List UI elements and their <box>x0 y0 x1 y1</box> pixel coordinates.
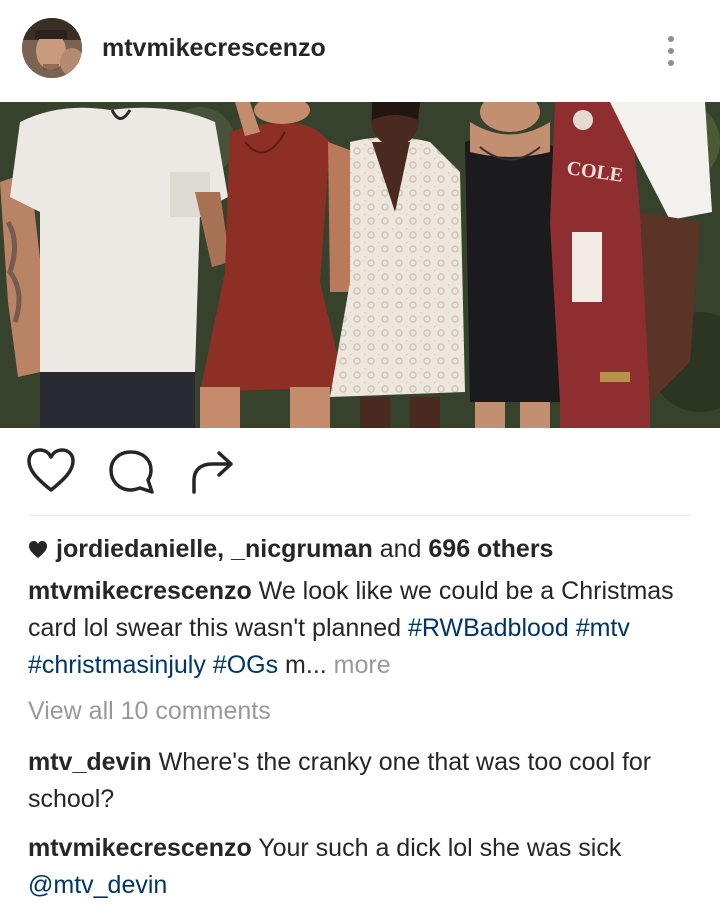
hashtag[interactable]: #OGs <box>213 651 278 679</box>
heart-outline-icon <box>27 448 75 492</box>
liker-username[interactable]: jordiedanielle <box>56 535 217 563</box>
comment-username[interactable]: mtvmikecrescenzo <box>28 834 252 862</box>
hashtag[interactable]: #mtv <box>576 614 630 642</box>
action-bar <box>0 428 720 516</box>
like-button[interactable] <box>26 448 76 499</box>
share-arrow-icon <box>192 451 233 494</box>
caption: mtvmikecrescenzo We look like we could b… <box>28 573 698 684</box>
view-all-comments-link[interactable]: View all 10 comments <box>28 697 271 726</box>
likes-count[interactable]: 696 others <box>428 535 553 563</box>
share-button[interactable] <box>186 448 236 501</box>
filled-heart-icon <box>28 537 48 566</box>
comment-button[interactable] <box>106 448 156 501</box>
likes-summary: jordiedanielle, _nicgruman and 696 other… <box>28 535 553 566</box>
speech-bubble-icon <box>109 450 154 494</box>
caption-username[interactable]: mtvmikecrescenzo <box>28 577 252 605</box>
comment: mtvmikecrescenzo Your such a dick lol sh… <box>28 830 698 904</box>
avatar[interactable] <box>22 18 82 78</box>
liker-username[interactable]: _nicgruman <box>231 535 373 563</box>
hashtag[interactable]: #RWBadblood <box>408 614 569 642</box>
caption-truncated: m... <box>285 651 327 679</box>
options-menu-button[interactable] <box>660 30 684 70</box>
vertical-dots-icon <box>668 36 674 42</box>
divider <box>28 515 692 516</box>
post-header: mtvmikecrescenzo <box>0 0 720 102</box>
more-link[interactable]: more <box>334 651 391 679</box>
comment: mtv_devin Where's the cranky one that wa… <box>28 744 698 818</box>
post-photo[interactable]: COLE <box>0 102 720 428</box>
post-username[interactable]: mtvmikecrescenzo <box>102 34 326 63</box>
comment-username[interactable]: mtv_devin <box>28 748 152 776</box>
hashtag[interactable]: #christmasinjuly <box>28 651 206 679</box>
comment-text: Your such a dick lol she was sick <box>251 834 622 862</box>
mention-link[interactable]: @mtv_devin <box>28 871 167 899</box>
